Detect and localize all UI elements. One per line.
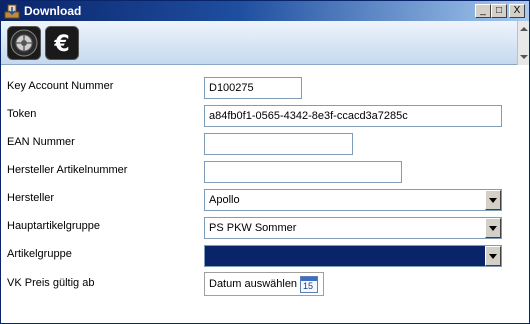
vk-preis-label: VK Preis gültig ab xyxy=(7,277,95,289)
hauptartikelgruppe-label: Hauptartikelgruppe xyxy=(7,220,100,232)
hersteller-artikelnummer-label: Hersteller Artikelnummer xyxy=(7,164,128,176)
euro-icon[interactable]: € xyxy=(45,26,79,60)
scroll-up-arrow-icon[interactable] xyxy=(520,27,528,31)
key-account-input[interactable]: D100275 xyxy=(204,77,302,99)
key-account-label: Key Account Nummer xyxy=(7,80,114,92)
chevron-down-icon[interactable] xyxy=(485,246,501,266)
toolbar: € xyxy=(1,21,529,65)
window-title: Download xyxy=(24,4,82,18)
title-bar[interactable]: Download _ □ X xyxy=(1,1,529,21)
hauptartikelgruppe-select[interactable]: PS PKW Sommer xyxy=(204,217,502,239)
calendar-day: 15 xyxy=(303,281,314,291)
hersteller-artikelnummer-input[interactable] xyxy=(204,161,402,183)
hersteller-select[interactable]: Apollo xyxy=(204,189,502,211)
token-input[interactable]: a84fb0f1-0565-4342-8e3f-ccacd3a7285c xyxy=(204,105,502,127)
download-app-icon xyxy=(4,4,20,19)
artikelgruppe-select[interactable] xyxy=(204,245,502,267)
hersteller-value: Apollo xyxy=(209,194,240,206)
chevron-down-icon[interactable] xyxy=(485,218,501,238)
chevron-down-icon[interactable] xyxy=(485,190,501,210)
artikelgruppe-label: Artikelgruppe xyxy=(7,248,72,260)
scroll-down-arrow-icon[interactable] xyxy=(520,55,528,59)
download-form: Key Account Nummer D100275 Token a84fb0f… xyxy=(1,67,529,323)
date-picker-button[interactable]: Datum auswählen 15 xyxy=(204,272,324,296)
svg-text:€: € xyxy=(53,32,69,57)
ean-input[interactable] xyxy=(204,133,353,155)
ean-label: EAN Nummer xyxy=(7,136,75,148)
token-label: Token xyxy=(7,108,37,120)
download-window: Download _ □ X € Key Account Nummer D100… xyxy=(0,0,530,324)
hauptartikelgruppe-value: PS PKW Sommer xyxy=(209,222,297,234)
tire-icon[interactable] xyxy=(7,26,41,60)
close-button[interactable]: X xyxy=(509,4,525,18)
date-picker-label: Datum auswählen xyxy=(209,278,298,290)
hersteller-label: Hersteller xyxy=(7,192,55,204)
minimize-button[interactable]: _ xyxy=(475,4,491,18)
maximize-button[interactable]: □ xyxy=(491,4,507,18)
toolbar-scrollbar[interactable] xyxy=(517,21,529,65)
calendar-icon[interactable]: 15 xyxy=(300,276,318,293)
